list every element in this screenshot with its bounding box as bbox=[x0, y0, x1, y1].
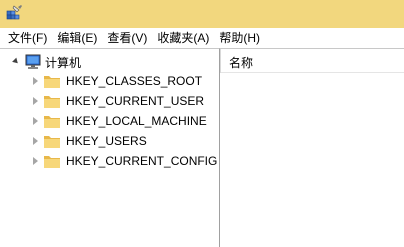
tree-node-label: HKEY_CURRENT_CONFIG bbox=[66, 154, 218, 168]
menu-view[interactable]: 查看(V) bbox=[102, 28, 152, 48]
tree-node-label: HKEY_USERS bbox=[66, 134, 147, 148]
menu-bar: 文件(F) 编辑(E) 查看(V) 收藏夹(A) 帮助(H) bbox=[0, 28, 404, 48]
tree-node-hkey-current-config[interactable]: HKEY_CURRENT_CONFIG bbox=[0, 151, 218, 171]
title-bar bbox=[0, 0, 404, 28]
column-header-label: 名称 bbox=[229, 56, 254, 70]
expand-arrow-icon[interactable] bbox=[33, 157, 38, 165]
folder-icon bbox=[44, 136, 60, 148]
menu-favorites[interactable]: 收藏夹(A) bbox=[152, 28, 214, 48]
expand-arrow-icon[interactable] bbox=[33, 137, 38, 145]
expand-arrow-icon[interactable] bbox=[33, 77, 38, 85]
column-header-name[interactable]: 名称 bbox=[220, 49, 404, 73]
tree-node-label: HKEY_CLASSES_ROOT bbox=[66, 74, 203, 88]
collapse-arrow-icon[interactable] bbox=[12, 57, 20, 66]
computer-icon bbox=[25, 54, 41, 69]
tree-node-hkey-classes-root[interactable]: HKEY_CLASSES_ROOT bbox=[0, 71, 218, 91]
column-separator[interactable] bbox=[220, 49, 221, 73]
menu-file[interactable]: 文件(F) bbox=[0, 28, 52, 48]
folder-icon bbox=[44, 96, 60, 108]
tree-node-label: HKEY_CURRENT_USER bbox=[66, 94, 205, 108]
expand-arrow-icon[interactable] bbox=[33, 97, 38, 105]
tree-node-label: HKEY_LOCAL_MACHINE bbox=[66, 114, 207, 128]
registry-editor-icon[interactable] bbox=[5, 4, 23, 22]
tree-node-computer[interactable]: 计算机 bbox=[0, 53, 218, 71]
tree-node-label: 计算机 bbox=[45, 56, 82, 70]
menu-edit[interactable]: 编辑(E) bbox=[52, 28, 102, 48]
tree-node-hkey-users[interactable]: HKEY_USERS bbox=[0, 131, 218, 151]
registry-editor-window: 文件(F) 编辑(E) 查看(V) 收藏夹(A) 帮助(H) 计算机 HKEY_… bbox=[0, 0, 404, 247]
folder-icon bbox=[44, 116, 60, 128]
folder-icon bbox=[44, 156, 60, 168]
values-pane[interactable]: 名称 bbox=[220, 48, 404, 247]
menu-help[interactable]: 帮助(H) bbox=[214, 28, 265, 48]
tree-node-hkey-current-user[interactable]: HKEY_CURRENT_USER bbox=[0, 91, 218, 111]
expand-arrow-icon[interactable] bbox=[33, 117, 38, 125]
tree-pane[interactable]: 计算机 HKEY_CLASSES_ROOT HKEY_CURRENT_USER bbox=[0, 48, 220, 247]
folder-icon bbox=[44, 76, 60, 88]
tree-node-hkey-local-machine[interactable]: HKEY_LOCAL_MACHINE bbox=[0, 111, 218, 131]
